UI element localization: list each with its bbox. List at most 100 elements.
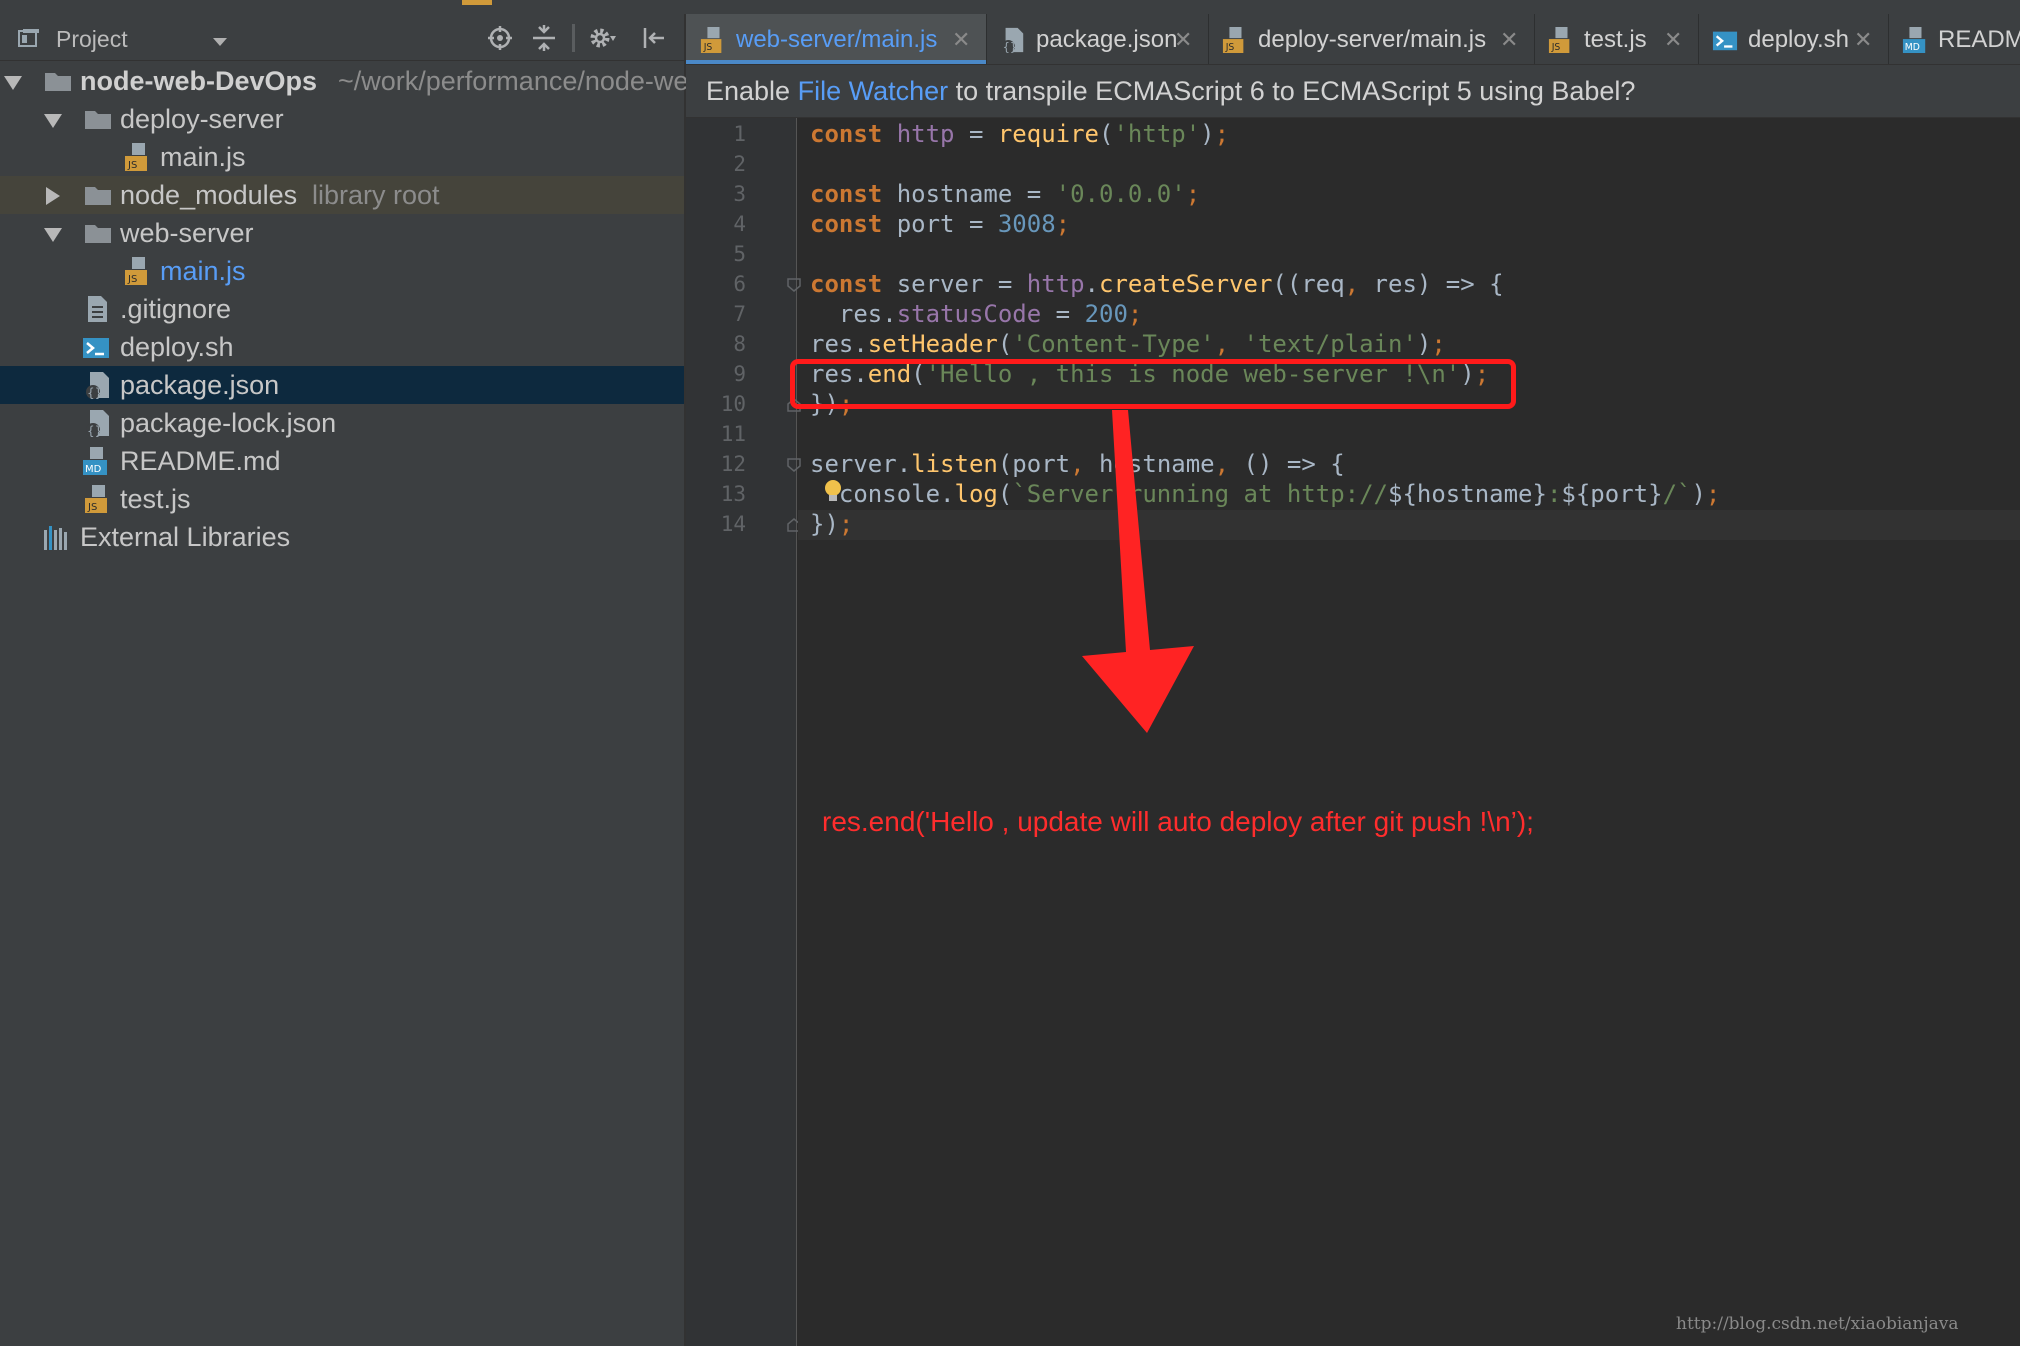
code-token: ; [1127, 300, 1143, 328]
lightbulb-icon[interactable] [822, 478, 844, 506]
tree-node-file[interactable]: {} package-lock.json [0, 404, 684, 442]
tree-label: package-lock.json [120, 408, 337, 438]
code-token: , [1214, 330, 1244, 358]
collapse-all-icon[interactable] [530, 24, 558, 52]
tree-node-file[interactable]: deploy.sh [0, 328, 684, 366]
line-number: 7 [733, 302, 746, 326]
js-file-icon: JS [700, 27, 722, 53]
svg-text:MD: MD [85, 464, 102, 475]
code-token: http [896, 120, 955, 148]
code-token: : [1546, 480, 1562, 508]
tab-label: deploy.sh [1748, 26, 1849, 53]
json-file-icon: {} [1001, 27, 1024, 54]
current-line-highlight [798, 510, 2020, 540]
code-token: const [810, 180, 897, 208]
tree-label: package.json [120, 370, 280, 400]
project-view-icon[interactable] [18, 28, 40, 48]
line-number: 14 [720, 512, 746, 536]
project-panel-header: Project [0, 14, 684, 61]
notification-message: Enable File Watcher to transpile ECMAScr… [706, 76, 1635, 107]
tab-test-js[interactable]: JS test.js ✕ [1534, 14, 1699, 64]
code-token: ( [1099, 120, 1114, 148]
tree-node-file[interactable]: {} package.json [0, 366, 684, 404]
locate-icon[interactable] [486, 24, 514, 52]
js-file-icon: JS [125, 257, 147, 285]
code-line[interactable]: res.setHeader('Content-Type', 'text/plai… [810, 330, 1446, 358]
expand-arrow-icon[interactable] [4, 76, 22, 90]
chevron-down-icon[interactable] [213, 38, 227, 46]
tree-node-external-libraries[interactable]: External Libraries [0, 518, 684, 556]
project-panel-title[interactable]: Project [56, 26, 128, 53]
tree-label: deploy.sh [120, 332, 234, 362]
tab-package-json[interactable]: {} package.json ✕ [986, 14, 1209, 64]
line-number: 12 [720, 452, 746, 476]
tree-label: node_modules [120, 180, 298, 210]
tree-label: main.js [160, 256, 246, 286]
code-line[interactable]: }); [810, 510, 853, 538]
tree-node-folder[interactable]: web-server [0, 214, 684, 252]
expand-arrow-icon[interactable] [44, 114, 62, 128]
tab-deploy-server-main-js[interactable]: JS deploy-server/main.js ✕ [1208, 14, 1535, 64]
toolbar-separator [572, 24, 575, 52]
code-token: setHeader [867, 330, 998, 358]
tree-label: test.js [120, 484, 191, 514]
tree-node-file[interactable]: .gitignore [0, 290, 684, 328]
tab-web-server-main-js[interactable]: JS web-server/main.js ✕ [686, 14, 987, 64]
hide-panel-icon[interactable] [640, 24, 668, 52]
close-icon[interactable]: ✕ [952, 27, 970, 53]
tab-label: deploy-server/main.js [1258, 26, 1487, 53]
code-token: ) [1416, 330, 1432, 358]
svg-text:{}: {} [1003, 41, 1017, 54]
code-token: hostname [1099, 450, 1215, 478]
svg-text:{}: {} [87, 386, 102, 400]
notification-prefix: Enable [706, 76, 798, 106]
tree-note: library root [312, 180, 440, 210]
code-token: ${port} [1561, 480, 1663, 508]
code-line[interactable]: const http = require('http'); [810, 120, 1229, 148]
tree-node-folder[interactable]: deploy-server [0, 100, 684, 138]
js-file-icon: JS [1222, 27, 1244, 53]
code-token: ) [1200, 120, 1215, 148]
close-icon[interactable]: ✕ [1500, 27, 1518, 53]
close-icon[interactable]: ✕ [1854, 27, 1872, 53]
code-token: statusCode [896, 300, 1042, 328]
tab-deploy-sh[interactable]: deploy.sh ✕ [1698, 14, 1889, 64]
code-token: /` [1662, 480, 1692, 508]
line-number-gutter[interactable]: 1 2 3 4 5 6 7 8 9 10 11 12 13 14 [686, 118, 801, 1346]
json-file-icon: {} [86, 372, 109, 400]
tree-node-root[interactable]: node-web-DevOps ~/work/performance/node-… [0, 62, 810, 100]
line-number: 11 [720, 422, 746, 446]
code-line[interactable]: console.log(`Server running at http://${… [810, 480, 1720, 508]
tree-label: External Libraries [80, 522, 291, 552]
close-icon[interactable]: ✕ [1664, 27, 1682, 53]
line-number: 2 [733, 152, 746, 176]
code-line[interactable]: const port = 3008; [810, 210, 1070, 238]
code-line[interactable]: const hostname = '0.0.0.0'; [810, 180, 1200, 208]
code-line[interactable]: const server = http.createServer((req, r… [810, 270, 1504, 298]
top-marker [462, 0, 492, 5]
tab-readme-md[interactable]: MD README.md [1888, 14, 2020, 64]
tree-node-library-root[interactable]: node_modules library root [0, 176, 684, 214]
shell-file-icon [83, 338, 109, 358]
libraries-icon [44, 526, 67, 550]
file-watcher-link[interactable]: File Watcher [798, 76, 949, 106]
tree-node-file[interactable]: JS test.js [0, 480, 684, 518]
md-file-icon: MD [1902, 27, 1926, 53]
tree-node-file[interactable]: JS main.js [0, 252, 684, 290]
tree-node-file[interactable]: JS main.js [0, 138, 684, 176]
code-token: ) [1691, 480, 1706, 508]
tree-label: README.md [120, 446, 281, 476]
code-token: , [1214, 450, 1244, 478]
code-line[interactable]: server.listen(port, hostname, () => { [810, 450, 1345, 478]
close-icon[interactable]: ✕ [1174, 27, 1192, 53]
code-token: 200 [1084, 300, 1128, 328]
folder-icon [45, 73, 71, 91]
tree-node-file[interactable]: MD README.md [0, 442, 684, 480]
expand-arrow-icon[interactable] [44, 228, 62, 242]
expand-arrow-icon[interactable] [46, 187, 60, 205]
code-token: listen [911, 450, 998, 478]
code-editor[interactable]: const http = require('http'); const hostn… [798, 118, 2020, 1346]
code-line[interactable]: res.statusCode = 200; [810, 300, 1142, 328]
gear-icon[interactable] [588, 24, 616, 52]
code-token: () => { [1243, 450, 1345, 478]
